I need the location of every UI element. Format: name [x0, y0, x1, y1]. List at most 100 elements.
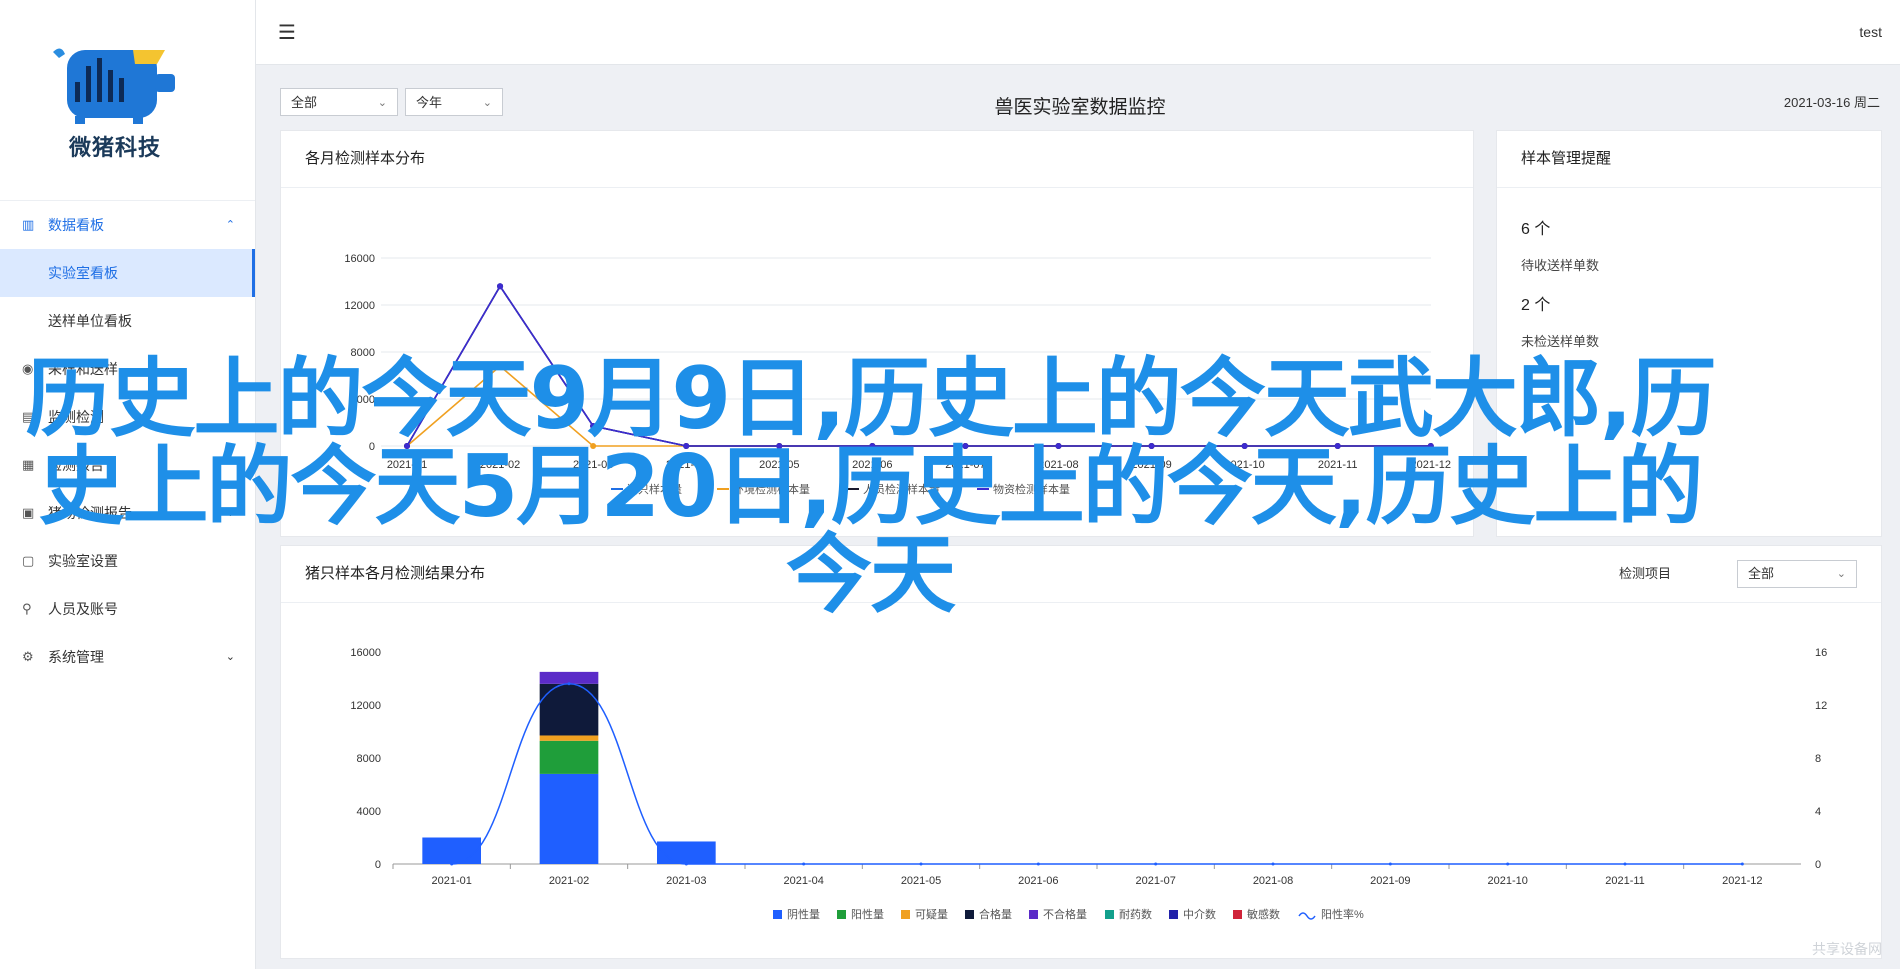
- y-tick-label: 4000: [357, 806, 381, 818]
- x-tick-label: 2021-08: [1253, 875, 1293, 887]
- menu-item-lab-settings[interactable]: ▢ 实验室设置: [0, 537, 255, 585]
- menu-item-dashboard[interactable]: ▥ 数据看板 ⌃: [0, 201, 255, 249]
- page-title: 兽医实验室数据监控: [994, 97, 1166, 118]
- legend-label: 敏感数: [1247, 907, 1280, 921]
- menu-item-monitoring[interactable]: ▤ 监测检测: [0, 393, 255, 441]
- menu-item-system[interactable]: ⚙ 系统管理 ⌄: [0, 633, 255, 681]
- bar-segment: [422, 837, 481, 864]
- x-tick-label: 2021-12: [1722, 875, 1762, 887]
- menu-label: 实验室设置: [48, 553, 118, 569]
- sidebar: 微猪科技 ▥ 数据看板 ⌃ 实验室看板 送样单位看板 ◉ 采样和送样 ▤ 监测检…: [0, 0, 256, 969]
- menu-item-lab-dashboard[interactable]: 实验室看板: [0, 249, 255, 297]
- y2-tick-label: 16: [1815, 647, 1827, 659]
- unchecked-count[interactable]: 2 个: [1521, 291, 1550, 315]
- scope-select-value: 全部: [291, 95, 318, 110]
- menu-label: 实验室看板: [48, 265, 118, 281]
- data-point: [590, 443, 597, 449]
- y-tick-label: 0: [375, 859, 381, 871]
- menu-item-sampling[interactable]: ◉ 采样和送样: [0, 345, 255, 393]
- menu-item-reports[interactable]: ▦ 检测报告: [0, 441, 255, 489]
- legend-swatch: [965, 910, 974, 919]
- chevron-down-icon: ⌄: [225, 507, 235, 519]
- y-tick-label: 0: [369, 441, 375, 453]
- menu-label: 系统管理: [48, 649, 104, 665]
- legend-label: 阳性量: [851, 907, 884, 921]
- y2-tick-label: 8: [1815, 753, 1821, 765]
- bar-segment: [657, 841, 716, 864]
- period-select[interactable]: 今年 ⌄: [405, 88, 503, 116]
- legend-swatch: [1105, 910, 1114, 919]
- chevron-down-icon: ⌄: [1836, 568, 1846, 580]
- menu-label: 数据看板: [48, 217, 104, 233]
- rate-point: [450, 862, 454, 866]
- data-point: [1334, 443, 1341, 449]
- rate-point: [1036, 862, 1040, 866]
- data-point: [776, 443, 783, 449]
- rate-point: [1154, 862, 1158, 866]
- scope-select[interactable]: 全部 ⌄: [280, 88, 398, 116]
- pending-receive-count[interactable]: 6 个: [1521, 215, 1550, 239]
- monthly-samples-chart: 0 4000 8000 12000 16000 2021-01 2021-02 2021-03…: [344, 253, 1451, 496]
- period-select-value: 今年: [416, 95, 443, 110]
- monthly-samples-panel: 各月检测样本分布 0 4000 8000 12000 16000 2021-01 2021-…: [280, 130, 1474, 537]
- menu-item-users[interactable]: ⚲ 人员及账号: [0, 585, 255, 633]
- y-tick-label: 8000: [357, 753, 381, 765]
- bar-segment: [539, 773, 599, 864]
- legend-label: 阳性率%: [1321, 907, 1364, 921]
- x-tick-label: 2021-02: [549, 875, 589, 887]
- monitor-icon: ▤: [22, 409, 35, 424]
- logo: 微猪科技: [0, 0, 255, 201]
- rate-point: [919, 862, 923, 866]
- report-icon: ▦: [22, 457, 35, 472]
- x-tick-label: 2021-03: [573, 459, 613, 471]
- menu-item-farm-reports[interactable]: ▣ 猪场检测报告 ⌄: [0, 489, 255, 537]
- menu-fold-icon[interactable]: ☰: [278, 20, 296, 45]
- data-point: [497, 283, 504, 290]
- y-tick-label: 4000: [351, 394, 375, 406]
- menu-label: 检测报告: [48, 457, 104, 473]
- y-tick-label: 8000: [351, 347, 375, 359]
- user-name[interactable]: test: [1859, 24, 1882, 40]
- test-item-select-value: 全部: [1748, 566, 1775, 581]
- top-bar: ☰ test: [256, 0, 1900, 65]
- series-line: [406, 284, 1431, 447]
- rate-line: [451, 683, 1743, 865]
- series-line: [406, 284, 1431, 447]
- y2-tick-label: 4: [1815, 806, 1821, 818]
- data-point: [683, 443, 690, 449]
- brand-name: 微猪科技: [68, 135, 161, 160]
- menu-label: 送样单位看板: [48, 313, 132, 329]
- rate-point: [1271, 862, 1275, 866]
- chevron-down-icon: ⌄: [377, 97, 387, 109]
- bar-segment: [539, 683, 599, 736]
- bar-segment: [539, 735, 599, 741]
- x-tick-label: 2021-10: [1487, 875, 1527, 887]
- x-tick-label: 2021-07: [1135, 875, 1175, 887]
- x-tick-label: 2021-06: [852, 459, 892, 471]
- x-tick-label: 2021-01: [387, 459, 427, 471]
- rate-point: [1388, 862, 1392, 866]
- legend-label: 耐药数: [1119, 908, 1152, 921]
- data-point: [590, 423, 597, 430]
- logo-icon: [53, 48, 175, 124]
- rate-point: [1506, 862, 1510, 866]
- x-tick-label: 2021-07: [945, 459, 985, 471]
- test-item-select[interactable]: 全部 ⌄: [1737, 560, 1857, 588]
- legend-swatch: [901, 910, 910, 919]
- rate-point: [1623, 862, 1627, 866]
- y-tick-label: 16000: [344, 253, 375, 265]
- legend-label: 不合格量: [1043, 907, 1087, 921]
- y2-tick-label: 12: [1815, 700, 1827, 712]
- y2-tick-label: 0: [1815, 859, 1821, 871]
- menu-item-sender-dashboard[interactable]: 送样单位看板: [0, 297, 255, 345]
- bar-chart-icon: ▥: [22, 217, 35, 232]
- test-item-label: 检测项目: [1618, 566, 1671, 581]
- legend-swatch: [773, 910, 782, 919]
- chevron-down-icon: ⌄: [482, 97, 492, 109]
- menu-label: 猪场检测报告: [48, 505, 132, 521]
- menu-label: 采样和送样: [48, 361, 118, 377]
- legend-swatch: [1233, 910, 1242, 919]
- data-point: [1427, 443, 1434, 449]
- sample-reminder-panel: 样本管理提醒 6 个 待收送样单数 2 个 未检送样单数: [1496, 130, 1882, 537]
- data-point: [1055, 443, 1062, 449]
